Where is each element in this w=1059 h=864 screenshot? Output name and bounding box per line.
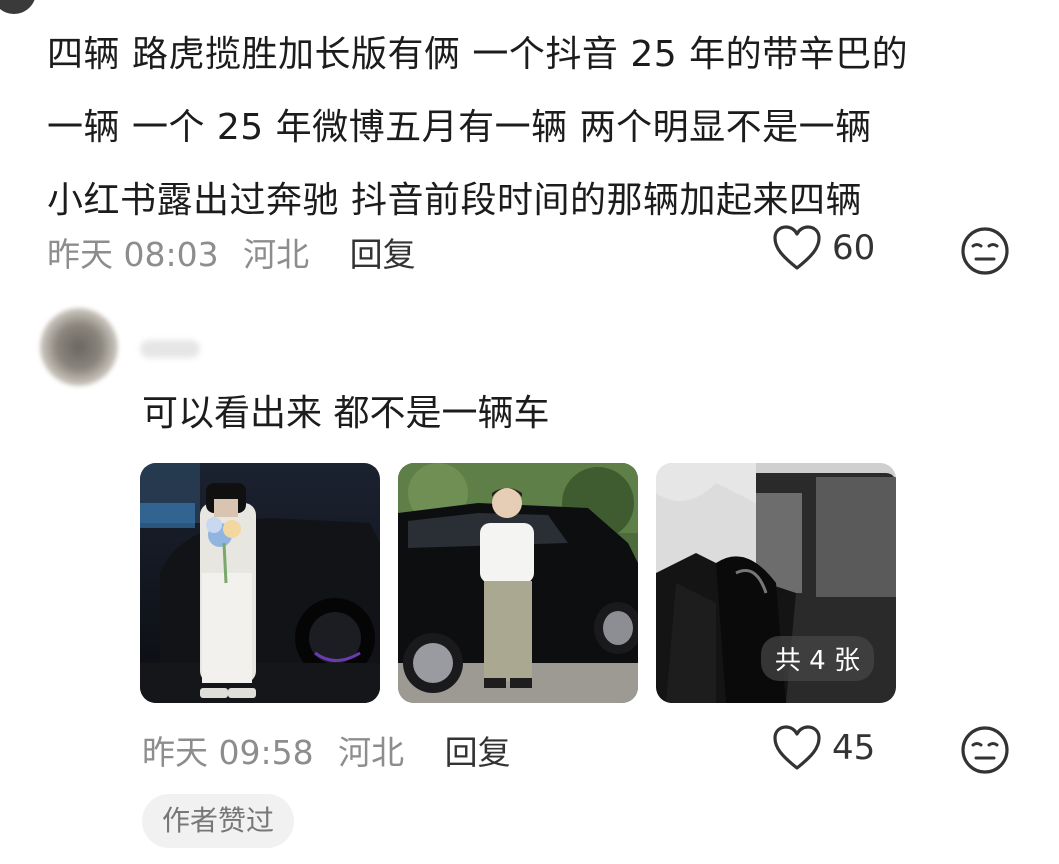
comment-text: 四辆 路虎揽胜加长版有俩 一个抖音 25 年的带辛巴的 一辆 一个 25 年微博… [47,18,1027,237]
commenter-avatar[interactable] [0,0,36,14]
author-liked-badge: 作者赞过 [142,794,295,848]
comment-line: 小红书露出过奔驰 抖音前段时间的那辆加起来四辆 [47,180,862,221]
photo-thumbnail[interactable]: 共 4 张 [656,463,896,703]
photo-image [140,463,380,703]
heart-icon [773,725,821,770]
photo-thumbnail[interactable] [140,463,380,703]
photo-image [398,463,638,703]
neutral-face-icon[interactable] [960,226,1010,276]
heart-icon [773,225,821,270]
comment-line: 四辆 路虎揽胜加长版有俩 一个抖音 25 年的带辛巴的 [47,34,909,75]
comment-location: 河北 [243,235,310,274]
like-count: 45 [832,728,876,768]
reply-button[interactable]: 回复 [350,235,416,274]
reply-location: 河北 [338,733,405,772]
comment-meta: 昨天 08:03 河北 回复 [47,228,416,276]
like-button[interactable]: 45 [772,724,875,772]
neutral-face-icon[interactable] [960,725,1010,775]
reply-avatar[interactable] [40,308,118,386]
like-count: 60 [832,228,876,268]
image-count-badge: 共 4 张 [760,636,874,681]
comment-time: 昨天 08:03 [47,235,219,274]
reply-time: 昨天 09:58 [142,733,314,772]
username-blurred [140,340,200,358]
reply-button[interactable]: 回复 [445,733,511,772]
reply-text: 可以看出来 都不是一辆车 [142,393,550,434]
reply-meta: 昨天 09:58 河北 回复 [142,726,511,774]
like-button[interactable]: 60 [772,224,875,272]
photo-thumbnail[interactable] [398,463,638,703]
comment-line: 一辆 一个 25 年微博五月有一辆 两个明显不是一辆 [47,107,872,148]
